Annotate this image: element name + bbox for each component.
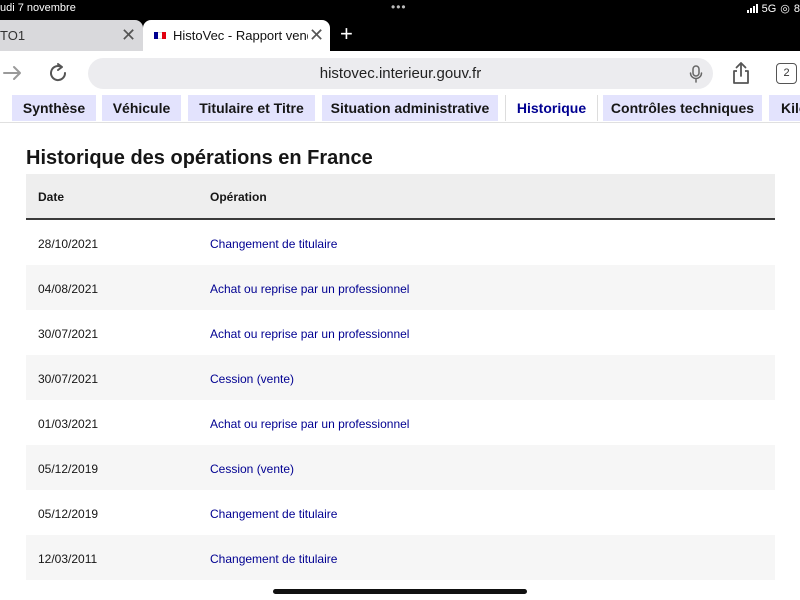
tab-count-icon[interactable]: 2	[776, 63, 797, 84]
row-operation-link[interactable]: Cession (vente)	[210, 462, 294, 476]
section-tabs: Synthèse Véhicule Titulaire et Titre Sit…	[0, 95, 800, 123]
row-date: 28/10/2021	[38, 237, 99, 251]
table-header: Date Opération	[26, 174, 775, 220]
status-indicators: 5G ◎ 8	[746, 2, 800, 15]
row-operation-link[interactable]: Changement de titulaire	[210, 237, 337, 251]
status-date: udi 7 novembre	[0, 2, 76, 14]
browser-chrome: udi 7 novembre ••• 5G ◎ 8 TO1 ✕ HistoVec…	[0, 0, 800, 51]
row-operation-link[interactable]: Achat ou reprise par un professionnel	[210, 282, 409, 296]
french-flag-icon	[154, 32, 166, 39]
row-date: 12/03/2011	[38, 552, 98, 566]
row-date: 05/12/2019	[38, 507, 99, 521]
tab-controles[interactable]: Contrôles techniques	[603, 95, 762, 121]
row-operation-link[interactable]: Changement de titulaire	[210, 507, 337, 521]
browser-toolbar: histovec.interieur.gouv.fr 2	[0, 51, 800, 95]
table-row: 04/08/2021 Achat ou reprise par un profes…	[26, 265, 775, 310]
row-date: 30/07/2021	[38, 327, 99, 341]
tab-titulaire[interactable]: Titulaire et Titre	[188, 95, 315, 121]
tab-historique[interactable]: Historique	[505, 95, 598, 121]
battery-level: 8	[793, 2, 800, 15]
reload-icon[interactable]	[47, 62, 69, 84]
row-date: 01/03/2021	[38, 417, 99, 431]
table-row: 30/07/2021 Achat ou reprise par un profes…	[26, 310, 775, 355]
browser-tab-active[interactable]: HistoVec - Rapport vende ✕	[143, 20, 330, 51]
cellular-signal-icon	[746, 4, 758, 13]
table-row: 28/10/2021 Changement de titulaire	[26, 220, 775, 265]
column-header-operation: Opération	[210, 190, 267, 204]
row-date: 04/08/2021	[38, 282, 99, 296]
new-tab-icon[interactable]: +	[340, 23, 353, 45]
tab-kilometrage[interactable]: Kilo	[769, 95, 800, 121]
table-row: 01/03/2021 Achat ou reprise par un profes…	[26, 400, 775, 445]
tab-situation[interactable]: Situation administrative	[322, 95, 498, 121]
row-operation-link[interactable]: Cession (vente)	[210, 372, 294, 386]
table-row: 30/07/2021 Cession (vente)	[26, 355, 775, 400]
browser-tab-inactive[interactable]: TO1 ✕	[0, 20, 143, 51]
row-date: 05/12/2019	[38, 462, 99, 476]
url-text: histovec.interieur.gouv.fr	[319, 65, 482, 82]
multitask-dots-icon[interactable]: •••	[391, 0, 407, 14]
forward-icon[interactable]	[3, 64, 23, 82]
page-title: Historique des opérations en France	[26, 147, 373, 169]
close-icon[interactable]: ✕	[309, 26, 324, 44]
table-row: 12/03/2011 Changement de titulaire	[26, 535, 775, 580]
share-icon[interactable]	[731, 61, 751, 85]
network-type: 5G	[761, 2, 777, 15]
microphone-icon[interactable]	[689, 65, 703, 83]
tab-label: HistoVec - Rapport vende	[173, 28, 308, 43]
table-row: 05/12/2019 Changement de titulaire	[26, 490, 775, 535]
tab-label: TO1	[0, 28, 26, 43]
row-operation-link[interactable]: Changement de titulaire	[210, 552, 337, 566]
location-icon: ◎	[780, 3, 790, 15]
tab-synthese[interactable]: Synthèse	[12, 95, 96, 121]
column-header-date: Date	[38, 190, 65, 204]
row-date: 30/07/2021	[38, 372, 99, 386]
address-bar[interactable]: histovec.interieur.gouv.fr	[88, 58, 713, 89]
home-indicator[interactable]	[273, 589, 527, 594]
close-icon[interactable]: ✕	[121, 26, 136, 44]
row-operation-link[interactable]: Achat ou reprise par un professionnel	[210, 417, 409, 431]
row-operation-link[interactable]: Achat ou reprise par un professionnel	[210, 327, 409, 341]
tab-vehicule[interactable]: Véhicule	[102, 95, 181, 121]
table-row: 05/12/2019 Cession (vente)	[26, 445, 775, 490]
